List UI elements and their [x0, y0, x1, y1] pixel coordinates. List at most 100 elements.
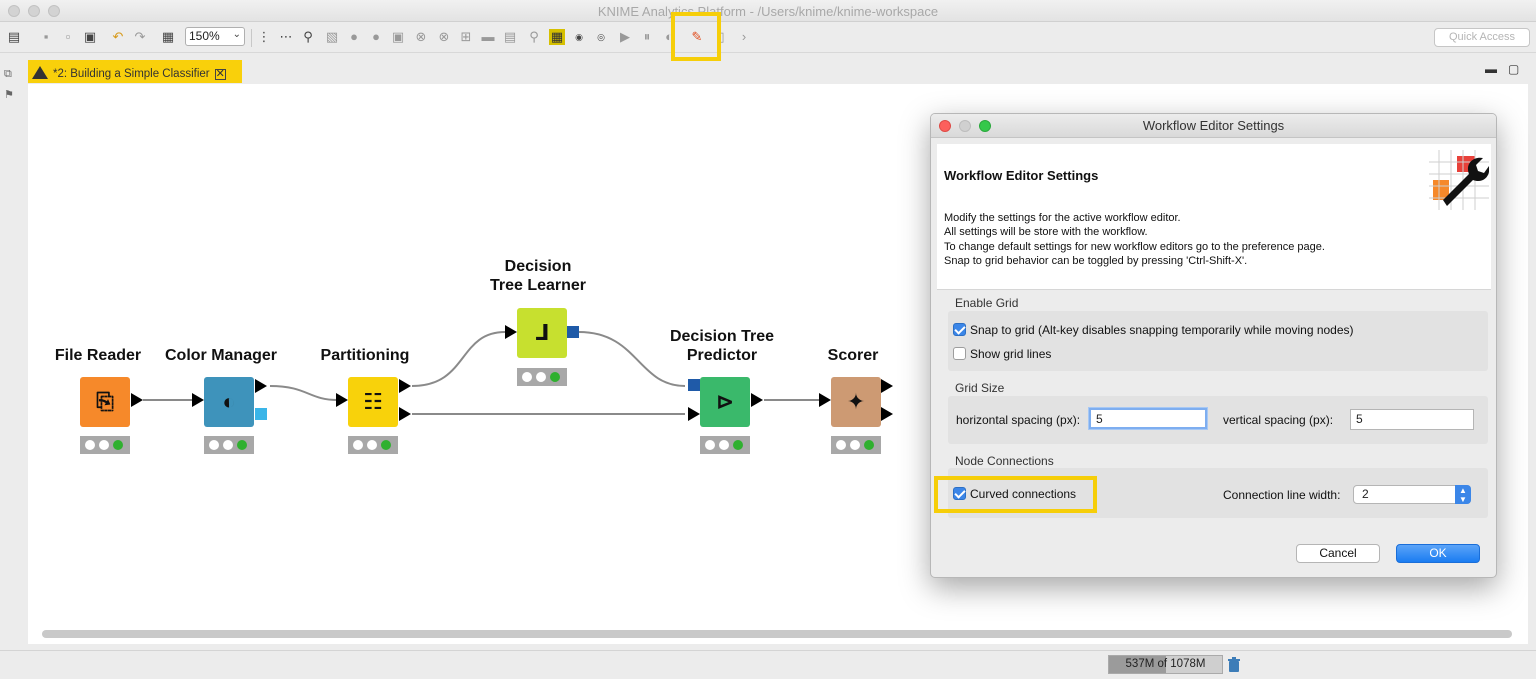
execute-and-open-view-icon[interactable]: ▣ — [390, 29, 406, 45]
vertical-spacing-input[interactable]: 5 — [1350, 409, 1474, 430]
trash-icon[interactable] — [1227, 657, 1241, 673]
node-label-file-reader: File Reader — [54, 347, 142, 364]
save-icon[interactable]: ▪ — [38, 29, 54, 45]
dialog-heading: Workflow Editor Settings — [944, 168, 1099, 183]
grid-icon[interactable]: ▦ — [549, 29, 565, 45]
snap-to-grid-label: Snap to grid (Alt-key disables snapping … — [970, 323, 1354, 337]
cancel-all-icon[interactable]: ⊗ — [436, 29, 452, 45]
node-color-manager[interactable]: ◐ — [204, 377, 254, 427]
cancel-icon[interactable]: ⊗ — [413, 29, 429, 45]
new-workflow-icon[interactable]: ▤ — [6, 29, 22, 45]
input-port[interactable] — [505, 325, 517, 339]
horizontal-scrollbar[interactable] — [42, 630, 1512, 638]
close-tab-icon[interactable]: ✕ — [214, 69, 226, 80]
chevron-down-icon: ⌄ — [232, 29, 241, 40]
redo-icon[interactable]: ↷ — [132, 29, 148, 45]
node-status-partitioning — [348, 436, 398, 454]
label-line-1: Decision Tree — [669, 328, 775, 345]
checkbox-checked[interactable] — [953, 323, 966, 336]
output-port-second[interactable] — [881, 407, 893, 421]
output-port-first[interactable] — [399, 379, 411, 393]
horizontal-spacing-label: horizontal spacing (px): — [956, 413, 1081, 427]
heap-status[interactable]: 537M of 1078M — [1108, 655, 1223, 674]
node-repository-icon[interactable]: ⚑ — [4, 88, 14, 101]
dialog-zoom-button[interactable] — [979, 120, 991, 132]
input-port-model[interactable] — [688, 379, 700, 391]
show-grid-lines-checkbox[interactable]: Show grid lines — [953, 347, 1051, 361]
input-port-data[interactable] — [688, 407, 700, 421]
snap-to-grid-checkbox[interactable]: Snap to grid (Alt-key disables snapping … — [953, 323, 1354, 337]
undo-icon[interactable]: ↶ — [110, 29, 126, 45]
node-decision-tree-learner[interactable]: ⅃ — [517, 308, 567, 358]
output-port-first[interactable] — [881, 379, 893, 393]
configure-icon[interactable]: ▧ — [324, 29, 340, 45]
node-file-reader[interactable]: ⎘ — [80, 377, 130, 427]
quick-access-input[interactable]: Quick Access — [1434, 28, 1530, 47]
minimize-icon[interactable]: ▬ — [1485, 62, 1497, 76]
node-scorer[interactable]: ✦ — [831, 377, 881, 427]
zoom-select[interactable]: 150% ⌄ — [185, 27, 245, 46]
description-line: Snap to grid behavior can be toggled by … — [944, 254, 1248, 267]
label-line-1: Decision — [504, 258, 572, 275]
node-decision-tree-predictor[interactable]: ⊳ — [700, 377, 750, 427]
cancel-button[interactable]: Cancel — [1296, 544, 1380, 563]
execute-icon[interactable]: ● — [346, 29, 362, 45]
output-port-model[interactable] — [567, 326, 579, 338]
input-port[interactable] — [819, 393, 831, 407]
horizontal-spacing-input[interactable]: 5 — [1089, 408, 1207, 429]
partitioning-icon: ☷ — [363, 389, 383, 414]
description-line: To change default settings for new workf… — [944, 240, 1325, 253]
maximize-icon[interactable]: ▢ — [1508, 62, 1519, 76]
save-all-icon[interactable]: ▣ — [82, 29, 98, 45]
search-icon[interactable]: ⚲ — [526, 29, 542, 45]
enable-grid-label: Enable Grid — [955, 296, 1019, 310]
checkbox-unchecked[interactable] — [953, 347, 966, 360]
connection-line-width-label: Connection line width: — [1223, 488, 1341, 502]
reset-icon[interactable]: ⊞ — [458, 29, 474, 45]
pause-icon[interactable]: ⏸ — [639, 29, 655, 45]
node-status-color-manager — [204, 436, 254, 454]
curved-connections-highlight-box — [934, 476, 1097, 513]
dialog-close-button[interactable] — [939, 120, 951, 132]
label-line-2: Predictor — [686, 347, 758, 364]
node-tree-icon[interactable]: ⚲ — [300, 29, 316, 45]
window-title: KNIME Analytics Platform - /Users/knime/… — [597, 4, 939, 19]
line-width-value: 2 — [1362, 487, 1369, 501]
output-port-second[interactable] — [399, 407, 411, 421]
more-icon[interactable]: › — [736, 29, 752, 45]
status-bar — [0, 650, 1536, 679]
connection-line-width-select[interactable]: 2 ▲ ▼ — [1353, 485, 1471, 504]
save-as-icon[interactable]: ▫ — [60, 29, 76, 45]
chevron-up-down-icon[interactable]: ▲ ▼ — [1455, 485, 1471, 504]
open-port-view-icon[interactable]: ▤ — [502, 29, 518, 45]
node-name-icon[interactable]: ◎ — [593, 29, 609, 45]
node-label-decision-tree-learner: Decision Tree Learner — [468, 257, 608, 295]
output-port[interactable] — [751, 393, 763, 407]
align-horizontal-icon[interactable]: ⋯ — [278, 29, 294, 45]
input-port[interactable] — [192, 393, 204, 407]
dialog-minimize-button[interactable] — [959, 120, 971, 132]
node-partitioning[interactable]: ☷ — [348, 377, 398, 427]
connection-partitioning-learner — [411, 331, 506, 387]
heap-status-text: 537M of 1078M — [1125, 658, 1206, 670]
node-id-icon[interactable]: ◉ — [571, 29, 587, 45]
execute-all-icon[interactable]: ● — [368, 29, 384, 45]
annotation-icon[interactable]: ▬ — [480, 29, 496, 45]
align-vertical-icon[interactable]: ⋮ — [256, 29, 272, 45]
restore-icon[interactable]: ⧉ — [4, 68, 12, 81]
color-manager-icon: ◐ — [222, 389, 236, 414]
input-port[interactable] — [336, 393, 348, 407]
window-titlebar: KNIME Analytics Platform - /Users/knime/… — [0, 0, 1536, 22]
node-status-scorer — [831, 436, 881, 454]
auto-layout-icon[interactable]: ▦ — [160, 29, 176, 45]
ok-button[interactable]: OK — [1396, 544, 1480, 563]
output-port[interactable] — [131, 393, 143, 407]
tab-workflow-editor[interactable]: *2: Building a Simple Classifier ✕ — [28, 60, 242, 83]
show-grid-lines-label: Show grid lines — [970, 347, 1052, 361]
warning-icon — [32, 66, 48, 79]
scorer-icon: ✦ — [846, 389, 866, 414]
output-port-model[interactable] — [255, 408, 267, 420]
node-label-scorer: Scorer — [827, 347, 879, 364]
output-port[interactable] — [255, 379, 267, 393]
step-icon[interactable]: ▶ — [617, 29, 633, 45]
